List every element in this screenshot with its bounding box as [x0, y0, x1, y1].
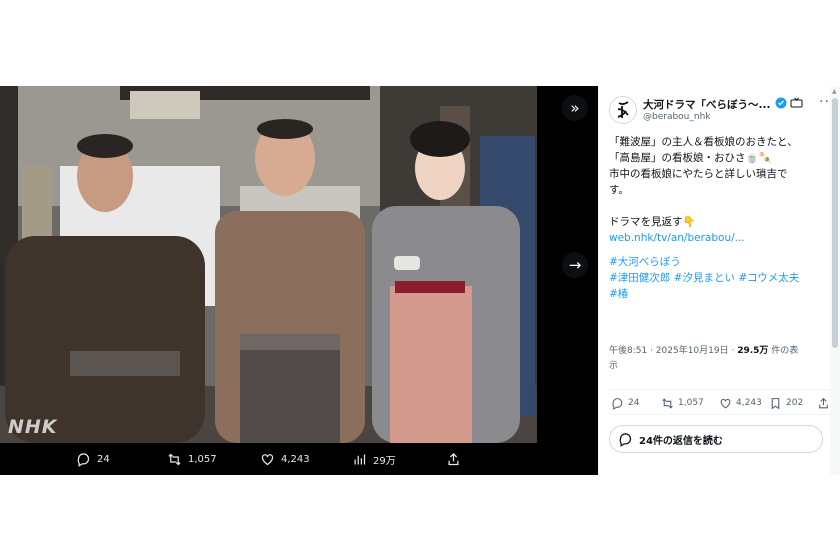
double-chevron-right-icon: » [570, 99, 580, 117]
tweet-link[interactable]: web.nhk/tv/an/berabou/... [609, 232, 745, 244]
tweet-action-bar: 24 1,057 4,243 202 [609, 389, 835, 415]
organization-badge-icon [790, 97, 803, 108]
tweet-text: 「難波屋」の主人＆看板娘のおきたと、 「高島屋」の看板娘・おひさ🍵🍡 市中の看板… [609, 134, 835, 302]
heart-icon [720, 398, 731, 408]
photo-scene [0, 86, 537, 443]
tweet-photo[interactable]: NHK [0, 86, 537, 443]
bookmark-count: 202 [786, 398, 804, 408]
hashtag[interactable]: #コウメ太夫 [738, 272, 799, 284]
avatar[interactable] [609, 96, 637, 124]
hashtag[interactable]: #椿 [609, 288, 628, 300]
share-icon [819, 397, 828, 408]
view-label: 件の表 [768, 346, 799, 356]
reply-icon [77, 452, 90, 467]
reply-button[interactable]: 24 [611, 390, 639, 416]
repost-button[interactable]: 1,057 [661, 390, 704, 416]
media-reply-count: 24 [97, 453, 110, 465]
arrow-right-icon: → [568, 256, 582, 274]
tweet-timestamp[interactable]: 午後8:51 · 2025年10月19日 · [609, 346, 737, 356]
heart-icon [261, 453, 274, 465]
media-repost-button[interactable]: 1,057 [167, 443, 217, 475]
tweet-line: 「難波屋」の主人＆看板娘のおきたと、 [609, 136, 798, 148]
scrollbar[interactable]: ▲ [830, 86, 840, 475]
reply-count: 24 [628, 398, 640, 408]
expand-panel-button[interactable]: » [562, 95, 588, 121]
tweet-line: す。 [609, 184, 629, 196]
view-count: 29.5万 [737, 346, 769, 356]
media-views-button[interactable]: 29万 [352, 443, 396, 475]
tweet-line [609, 198, 835, 214]
share-button[interactable] [817, 390, 830, 416]
media-like-button[interactable]: 4,243 [260, 443, 310, 475]
bookmark-icon [771, 397, 780, 409]
media-action-bar: 24 1,057 4,243 29万 [0, 443, 598, 475]
tweet-line: 「高島屋」の看板娘・おひさ🍵🍡 [609, 152, 772, 164]
like-count: 4,243 [736, 398, 762, 408]
author-display-name[interactable]: 大河ドラマ「べらぼう～... [643, 97, 770, 112]
berabou-logo-icon [610, 97, 636, 123]
tweet-detail-panel: 大河ドラマ「べらぼう～... @berabou_nhk ··· 「難波屋」の主人… [598, 86, 840, 475]
tweet-line: 市中の看板娘にやたらと詳しい瑣吉で [609, 168, 788, 180]
reply-icon [612, 397, 623, 410]
next-image-button[interactable]: → [562, 252, 588, 278]
hashtag[interactable]: #津田健次郎 [609, 272, 670, 284]
nhk-watermark: NHK [8, 416, 58, 438]
tweet-author-header: 大河ドラマ「べらぼう～... @berabou_nhk ··· [609, 94, 835, 128]
tweet-line: ドラマを見返す👇 [609, 216, 696, 228]
reply-bubble-icon [619, 432, 632, 447]
media-like-count: 4,243 [281, 453, 310, 465]
author-handle[interactable]: @berabou_nhk [643, 112, 711, 122]
share-icon [448, 452, 459, 465]
read-replies-label: 24件の返信を読む [639, 435, 723, 447]
like-button[interactable]: 4,243 [719, 390, 762, 416]
tweet-photo-modal: NHK » → 24 1,057 4,243 29万 大河ドラマ「べらぼう～..… [0, 86, 840, 475]
repost-icon [662, 397, 673, 409]
scroll-up-icon[interactable]: ▲ [832, 88, 837, 95]
hashtag[interactable]: #大河べらぼう [609, 256, 681, 268]
scrollbar-thumb[interactable] [832, 98, 838, 348]
views-chart-icon [354, 454, 366, 464]
media-share-button[interactable] [446, 443, 461, 475]
tweet-meta: 午後8:51 · 2025年10月19日 · 29.5万 件の表 示 [609, 344, 835, 374]
bookmark-button[interactable]: 202 [769, 390, 803, 416]
verified-badge-icon [775, 97, 787, 109]
read-replies-button[interactable]: 24件の返信を読む [609, 425, 823, 453]
hashtag[interactable]: #汐見まとい [674, 272, 735, 284]
media-repost-count: 1,057 [188, 453, 217, 465]
media-viewer: NHK » → 24 1,057 4,243 29万 [0, 86, 598, 475]
media-views-count: 29万 [373, 455, 396, 467]
media-reply-button[interactable]: 24 [76, 443, 110, 475]
repost-icon [168, 453, 181, 465]
repost-count: 1,057 [678, 398, 704, 408]
view-label-cont: 示 [609, 361, 619, 371]
